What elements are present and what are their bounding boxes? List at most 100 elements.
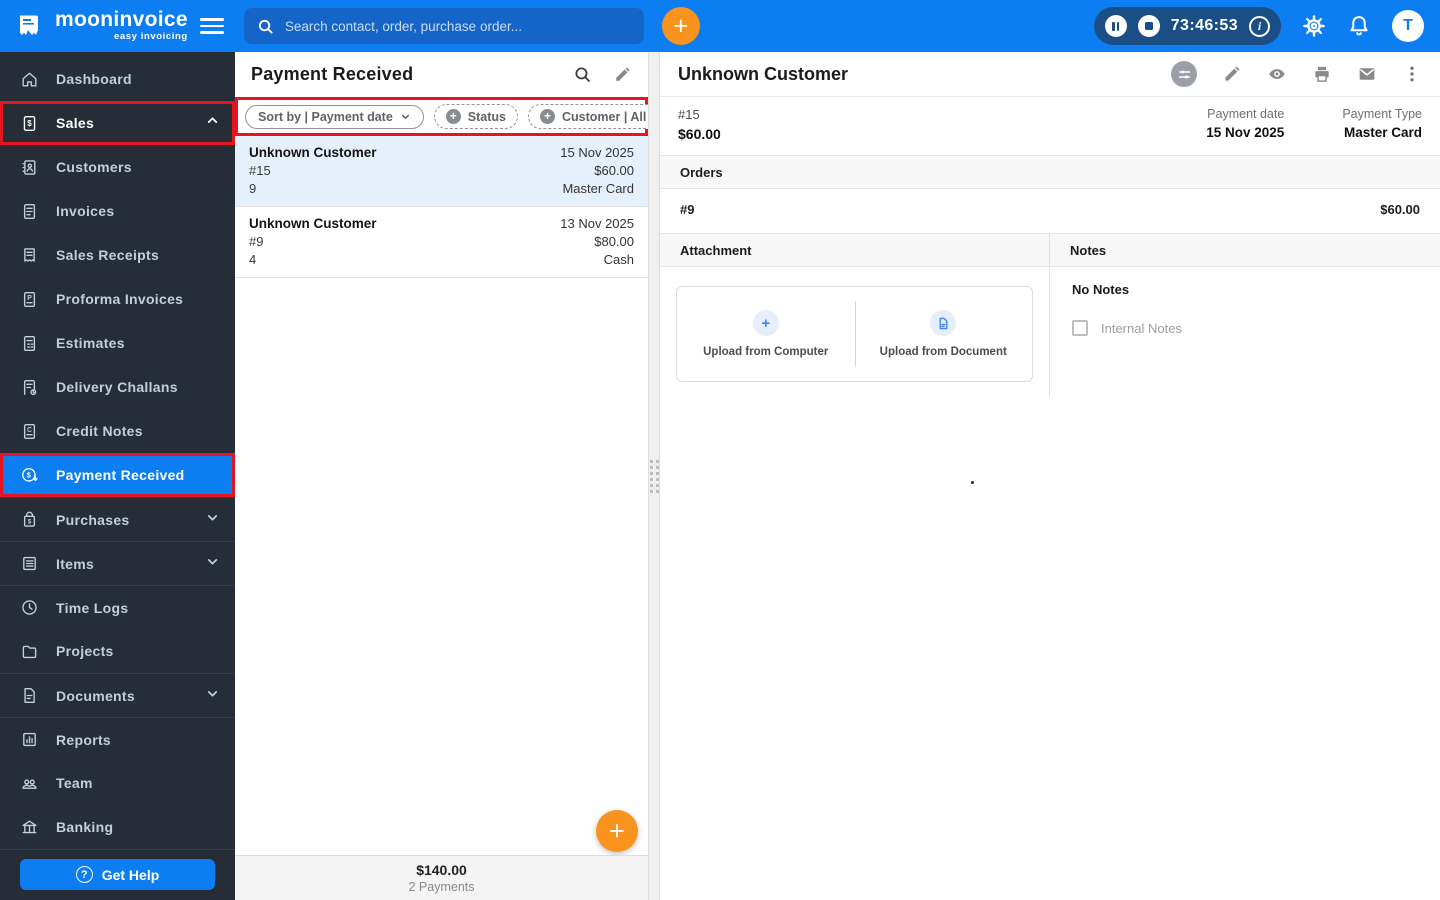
payment-date-label: Payment date <box>1207 107 1285 121</box>
attachment-column: Attachment + Upload from Computer Upload… <box>660 234 1050 396</box>
sidebar-item-sales-receipts[interactable]: Sales Receipts <box>0 233 235 277</box>
sidebar-nav: Dashboard $ Sales Customers Invoices Sal… <box>0 52 235 900</box>
sidebar-item-label: Purchases <box>56 511 130 528</box>
sidebar-item-customers[interactable]: Customers <box>0 145 235 189</box>
chevron-down-icon <box>206 511 219 529</box>
global-search-input[interactable] <box>284 18 631 34</box>
preview-eye-icon[interactable] <box>1267 64 1287 84</box>
attachment-section-heading: Attachment <box>660 234 1049 267</box>
sidebar-item-team[interactable]: Team <box>0 761 235 805</box>
brand-logo[interactable]: mooninvoice easy invoicing <box>0 9 188 42</box>
user-avatar[interactable]: T <box>1392 10 1424 42</box>
sidebar-item-purchases[interactable]: $ Purchases <box>0 497 235 541</box>
svg-text:P: P <box>27 295 32 302</box>
sidebar-item-label: Credit Notes <box>56 423 143 439</box>
sidebar-item-dashboard[interactable]: Dashboard <box>0 57 235 101</box>
payment-list-item[interactable]: Unknown Customer 15 Nov 2025 #15 $60.00 … <box>235 136 648 207</box>
get-help-button[interactable]: ? Get Help <box>20 859 215 890</box>
add-payment-fab[interactable]: + <box>596 810 638 852</box>
document-icon <box>20 686 39 705</box>
sidebar-item-banking[interactable]: Banking <box>0 805 235 849</box>
print-icon[interactable] <box>1312 64 1332 84</box>
list-edit-pencil-icon[interactable] <box>613 65 632 84</box>
payment-date: 13 Nov 2025 <box>560 216 634 231</box>
email-envelope-icon[interactable] <box>1357 64 1377 84</box>
payment-type-label: Payment Type <box>1342 107 1422 121</box>
settings-gear-icon[interactable] <box>1302 14 1326 38</box>
payment-date-block: Payment date 15 Nov 2025 <box>1206 107 1284 140</box>
brand-tagline: easy invoicing <box>113 31 188 42</box>
sidebar-item-label: Dashboard <box>56 71 132 87</box>
top-bar: mooninvoice easy invoicing + 73:46:53 i … <box>0 0 1440 52</box>
timer-pause-button[interactable] <box>1104 15 1127 37</box>
timer-widget: 73:46:53 i <box>1093 7 1281 45</box>
payments-count: 2 Payments <box>408 880 475 894</box>
chevron-up-icon <box>206 114 219 132</box>
search-icon <box>258 19 273 34</box>
sidebar-item-projects[interactable]: Projects <box>0 629 235 673</box>
topbar-right: 73:46:53 i T <box>1093 7 1440 45</box>
sidebar-item-label: Payment Received <box>56 467 185 483</box>
sidebar-item-sales[interactable]: $ Sales <box>0 101 235 145</box>
sidebar-item-label: Proforma Invoices <box>56 291 184 307</box>
payment-date-value: 15 Nov 2025 <box>1206 125 1285 140</box>
get-help-container: ? Get Help <box>0 849 235 900</box>
invoice-doc-icon <box>20 202 39 221</box>
sidebar-item-credit-notes[interactable]: C Credit Notes <box>0 409 235 453</box>
list-search-icon[interactable] <box>573 65 592 84</box>
payment-list-item[interactable]: Unknown Customer 13 Nov 2025 #9 $80.00 4… <box>235 207 648 278</box>
tune-filter-icon[interactable] <box>1171 61 1197 87</box>
notes-section-heading: Notes <box>1050 234 1440 267</box>
sidebar-item-documents[interactable]: Documents <box>0 673 235 717</box>
upload-computer-label: Upload from Computer <box>703 346 829 358</box>
payment-method: Cash <box>603 252 634 267</box>
payment-received-icon: $ <box>20 466 39 485</box>
internal-notes-checkbox[interactable] <box>1072 320 1088 336</box>
notifications-bell-icon[interactable] <box>1347 14 1371 38</box>
home-icon <box>20 70 39 89</box>
quick-add-button[interactable]: + <box>661 7 700 45</box>
team-people-icon <box>20 774 39 793</box>
sidebar-item-estimates[interactable]: Estimates <box>0 321 235 365</box>
sidebar-item-payment-received[interactable]: $ Payment Received <box>0 453 235 497</box>
payment-summary-left: #15 $60.00 <box>678 107 721 142</box>
sort-filter-chip[interactable]: Sort by | Payment date <box>245 104 424 129</box>
upload-from-computer-button[interactable]: + Upload from Computer <box>677 287 855 381</box>
payment-customer: Unknown Customer <box>249 145 377 160</box>
sidebar-item-proforma-invoices[interactable]: P Proforma Invoices <box>0 277 235 321</box>
help-question-icon: ? <box>75 866 93 883</box>
plus-circle-icon: + <box>445 109 461 124</box>
document-upload-icon <box>930 310 957 336</box>
mooninvoice-logo-icon <box>14 10 46 42</box>
upload-document-label: Upload from Document <box>879 346 1007 358</box>
upload-from-document-button[interactable]: Upload from Document <box>854 287 1033 381</box>
sidebar-item-invoices[interactable]: Invoices <box>0 189 235 233</box>
payment-number: #15 <box>249 163 271 178</box>
payment-detail-panel: Unknown Customer #15 $60.00 Payment date… <box>660 52 1440 900</box>
sidebar-item-time-logs[interactable]: Time Logs <box>0 585 235 629</box>
more-options-kebab-icon[interactable] <box>1402 64 1422 84</box>
sidebar-item-label: Projects <box>56 643 114 659</box>
payment-amount: $60.00 <box>678 126 721 142</box>
clock-icon <box>20 598 39 617</box>
list-footer: $140.00 2 Payments <box>235 855 648 900</box>
order-row[interactable]: #9 $60.00 <box>660 189 1440 234</box>
edit-pencil-icon[interactable] <box>1222 64 1242 84</box>
payment-method: Master Card <box>562 181 634 196</box>
timer-stop-button[interactable] <box>1137 15 1160 37</box>
payments-total: $140.00 <box>416 862 467 878</box>
notes-column: Notes No Notes Internal Notes <box>1050 234 1440 396</box>
timer-info-icon[interactable]: i <box>1249 15 1270 37</box>
attachment-upload-box: + Upload from Computer Upload from Docum… <box>676 286 1033 382</box>
panel-resizer-handle[interactable] <box>648 52 660 900</box>
get-help-label: Get Help <box>101 866 160 883</box>
sidebar-item-delivery-challans[interactable]: Delivery Challans <box>0 365 235 409</box>
sidebar-item-items[interactable]: Items <box>0 541 235 585</box>
hamburger-menu-icon[interactable] <box>199 18 224 34</box>
sidebar-item-reports[interactable]: Reports <box>0 717 235 761</box>
internal-notes-row: Internal Notes <box>1072 320 1418 336</box>
payment-ref: 4 <box>249 252 257 267</box>
svg-text:$: $ <box>27 119 32 128</box>
sidebar-item-label: Items <box>56 555 95 572</box>
status-filter-chip[interactable]: + Status <box>433 104 518 129</box>
